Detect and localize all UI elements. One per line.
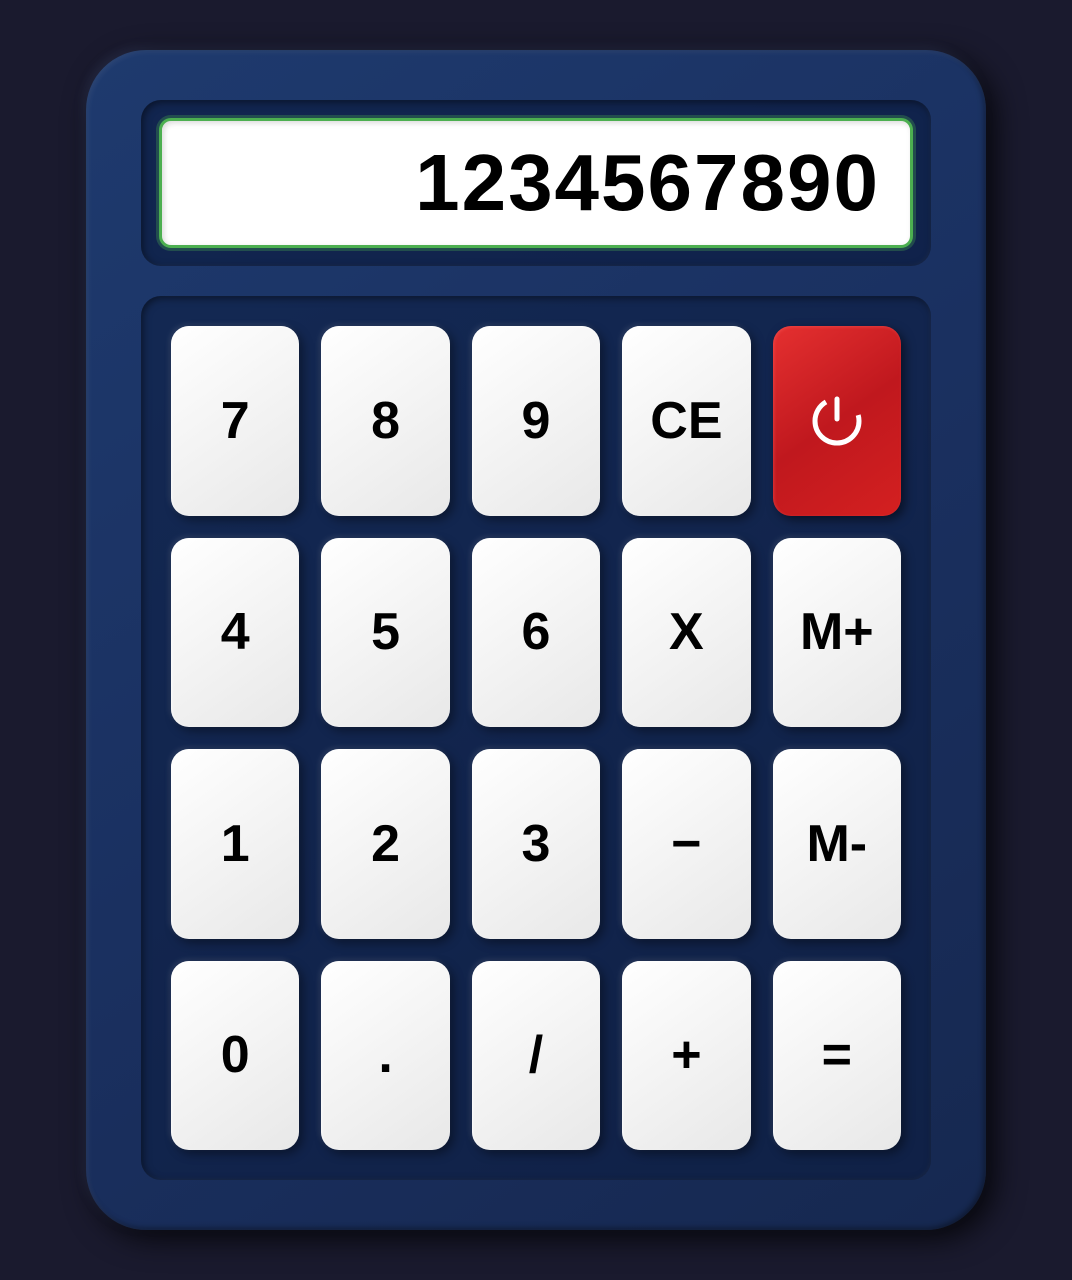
keypad-wrapper: 7 8 9 CE 4 5 — [141, 296, 931, 1180]
btn-dot[interactable]: . — [321, 961, 449, 1151]
btn-equals[interactable]: = — [773, 961, 901, 1151]
btn-3[interactable]: 3 — [472, 749, 600, 939]
power-icon — [807, 391, 867, 451]
display-value: 1234567890 — [415, 137, 880, 229]
btn-subtract[interactable]: − — [622, 749, 750, 939]
btn-2[interactable]: 2 — [321, 749, 449, 939]
btn-power[interactable] — [773, 326, 901, 516]
btn-divide[interactable]: / — [472, 961, 600, 1151]
btn-0[interactable]: 0 — [171, 961, 299, 1151]
display-wrapper: 1234567890 — [141, 100, 931, 266]
btn-add[interactable]: + — [622, 961, 750, 1151]
btn-mminus[interactable]: M- — [773, 749, 901, 939]
keypad: 7 8 9 CE 4 5 — [171, 326, 901, 1150]
btn-multiply[interactable]: X — [622, 538, 750, 728]
display: 1234567890 — [159, 118, 913, 248]
btn-1[interactable]: 1 — [171, 749, 299, 939]
btn-5[interactable]: 5 — [321, 538, 449, 728]
btn-6[interactable]: 6 — [472, 538, 600, 728]
calculator: 1234567890 7 8 9 CE — [86, 50, 986, 1230]
btn-8[interactable]: 8 — [321, 326, 449, 516]
btn-ce[interactable]: CE — [622, 326, 750, 516]
btn-7[interactable]: 7 — [171, 326, 299, 516]
btn-mplus[interactable]: M+ — [773, 538, 901, 728]
btn-4[interactable]: 4 — [171, 538, 299, 728]
btn-9[interactable]: 9 — [472, 326, 600, 516]
